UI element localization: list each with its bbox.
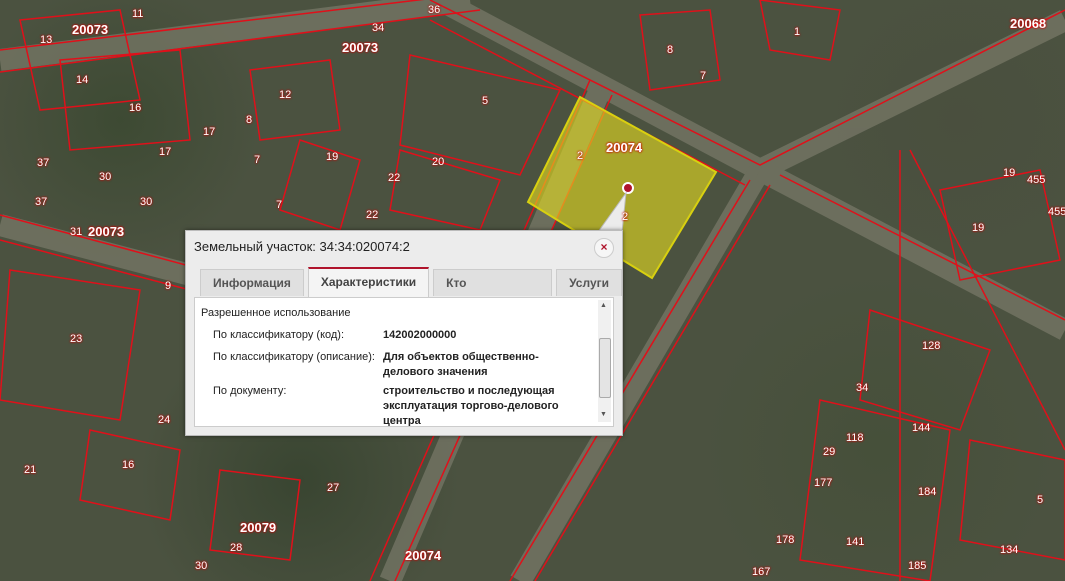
tab-characteristics[interactable]: Характеристики <box>307 267 430 297</box>
parcel-label: 19 <box>972 222 985 234</box>
scrollbar-thumb[interactable] <box>599 338 611 398</box>
parcel-label: 30 <box>195 560 208 572</box>
parcel-label: 5 <box>1037 494 1044 506</box>
parcel-label: 29 <box>823 446 836 458</box>
parcel-label: 22 <box>388 172 401 184</box>
parcel-label: 8 <box>667 44 674 56</box>
parcel-label: 118 <box>846 432 864 444</box>
parcel-label: 16 <box>129 102 142 114</box>
row-value: Для объектов общественно-делового значен… <box>383 351 539 378</box>
parcel-label: 144 <box>912 422 931 434</box>
tab-services[interactable]: Услуги <box>556 269 622 296</box>
parcel-label: 28 <box>230 542 243 554</box>
parcel-label: 13 <box>40 34 53 46</box>
parcel-label: 20074 <box>606 140 643 155</box>
parcel-label: 20073 <box>72 22 109 37</box>
parcel-label: 20079 <box>240 520 277 535</box>
parcel-label: 167 <box>752 566 771 578</box>
parcel-label: 1 <box>794 26 801 38</box>
parcel-label: 177 <box>814 477 833 489</box>
row-label: По классификатору (код): <box>213 329 345 341</box>
scroll-down-icon[interactable]: ▼ <box>600 411 607 418</box>
parcel-label: 184 <box>918 486 937 498</box>
parcel-label: 30 <box>140 196 153 208</box>
row-label: По классификатору (описание): <box>213 351 375 363</box>
parcel-label: 7 <box>700 70 707 82</box>
parcel-label: 23 <box>70 333 83 345</box>
parcel-label: 8 <box>246 114 253 126</box>
parcel-label: 20074 <box>405 548 442 563</box>
parcel-label: 21 <box>24 464 37 476</box>
parcel-label: 141 <box>846 536 865 548</box>
parcel-label: 20068 <box>1010 16 1047 31</box>
parcel-label: 27 <box>327 482 340 494</box>
parcel-label: 134 <box>1000 544 1019 556</box>
parcel-label: 19 <box>1003 167 1016 179</box>
parcel-label: 178 <box>776 534 795 546</box>
parcel-label: 34 <box>856 382 869 394</box>
parcel-label: 12 <box>279 89 292 101</box>
parcel-label: 7 <box>276 199 283 211</box>
row-value: строительство и последующая эксплуатация… <box>383 385 559 427</box>
parcel-info-popup: Земельный участок: 34:34:020074:2 × Инфо… <box>185 230 623 436</box>
parcel-label: 30 <box>99 171 112 183</box>
parcel-label: 185 <box>908 560 927 572</box>
parcel-label: 5 <box>482 95 489 107</box>
parcel-label: 2 <box>577 150 584 162</box>
row-label: По документу: <box>213 385 287 397</box>
tab-information[interactable]: Информация <box>200 269 304 296</box>
parcel-label: 2 <box>622 211 629 223</box>
parcel-label: 20 <box>432 156 445 168</box>
parcel-label: 20073 <box>342 40 379 55</box>
characteristics-panel: Разрешенное использование По классификат… <box>194 297 614 427</box>
parcel-label: 37 <box>37 157 50 169</box>
location-pin-icon[interactable] <box>622 182 634 194</box>
section-heading: Разрешенное использование <box>201 307 351 319</box>
parcel-label: 37 <box>35 196 48 208</box>
parcel-label: 19 <box>326 151 339 163</box>
popup-title: Земельный участок: 34:34:020074:2 <box>194 239 410 254</box>
close-icon[interactable]: × <box>594 238 614 258</box>
parcel-label: 7 <box>254 154 261 166</box>
parcel-label: 36 <box>428 4 441 16</box>
tab-who-serves[interactable]: Кто обслуживает? <box>433 269 553 316</box>
row-value: 142002000000 <box>383 329 457 341</box>
parcel-label: 17 <box>159 146 172 158</box>
parcel-label: 22 <box>366 209 379 221</box>
parcel-label: 31 <box>70 226 83 238</box>
parcel-label: 455 <box>1027 174 1046 186</box>
parcel-label: 14 <box>76 74 89 86</box>
parcel-label: 24 <box>158 414 171 426</box>
parcel-label: 9 <box>165 280 172 292</box>
parcel-label: 128 <box>922 340 941 352</box>
parcel-label: 34 <box>372 22 385 34</box>
parcel-label: 16 <box>122 459 135 471</box>
scroll-up-icon[interactable]: ▲ <box>600 302 607 309</box>
parcel-label: 17 <box>203 126 216 138</box>
parcel-label: 455 <box>1048 206 1065 218</box>
parcel-label: 20073 <box>88 224 125 239</box>
scrollbar[interactable]: ▲ ▼ <box>598 300 611 422</box>
parcel-label: 11 <box>132 8 144 20</box>
